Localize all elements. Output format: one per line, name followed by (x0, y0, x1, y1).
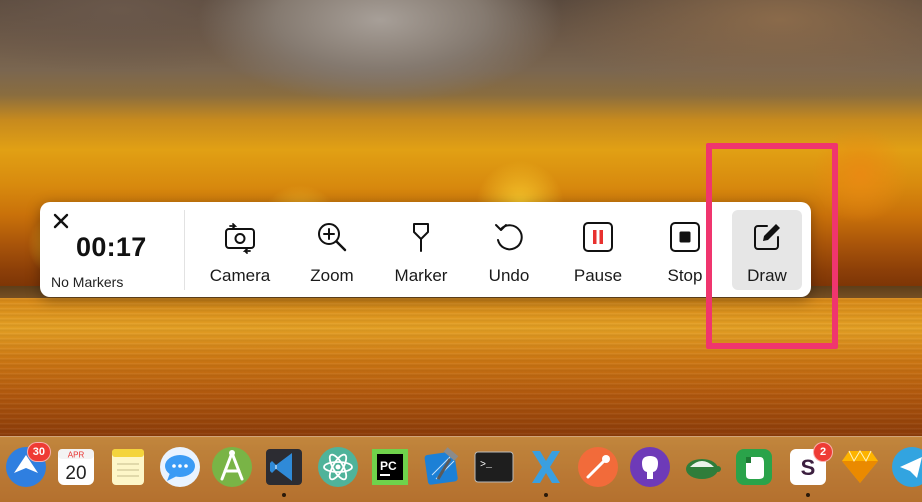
wallpaper-lake (0, 298, 922, 438)
dock-slack[interactable]: S 2 (786, 442, 833, 497)
xcode-hammer-icon (424, 447, 459, 485)
sketch-diamond-icon (842, 450, 878, 483)
undo-button[interactable]: Undo (469, 210, 549, 290)
dock-vscode[interactable] (262, 445, 306, 497)
dock-atom[interactable] (316, 445, 360, 489)
spark-badge: 30 (26, 442, 51, 462)
dock-telegram[interactable] (890, 445, 922, 489)
pause-icon (581, 220, 615, 254)
close-button[interactable] (50, 210, 72, 232)
dock-messages[interactable] (158, 445, 202, 489)
draw-button[interactable]: Draw (732, 210, 802, 290)
camera-switch-icon (223, 220, 257, 254)
pause-label: Pause (573, 266, 623, 285)
svg-text:S: S (801, 455, 816, 480)
dock-notes[interactable] (106, 445, 150, 489)
map-pin-icon (404, 220, 438, 254)
dock-xcode[interactable] (420, 445, 464, 489)
undo-icon (492, 220, 526, 254)
dock-xamarin[interactable] (524, 445, 568, 497)
dock: 30 APR 20 PC >_ S 2 (0, 436, 922, 502)
postman-icon (578, 447, 618, 487)
calendar-icon: APR 20 (58, 449, 94, 485)
marker-button[interactable]: Marker (381, 210, 461, 290)
telegram-icon (892, 447, 922, 487)
marker-label: Marker (394, 266, 448, 285)
evernote-icon (736, 449, 772, 485)
undo-label: Undo (488, 266, 530, 285)
markers-status: No Markers (51, 274, 124, 290)
stop-label: Stop (667, 266, 703, 285)
slack-running-indicator (806, 493, 810, 497)
dock-github[interactable] (628, 445, 672, 489)
vscode-icon (266, 449, 302, 485)
chat-bubble-icon (160, 447, 200, 487)
terminal-text: >_ (480, 460, 493, 471)
android-studio-icon (212, 447, 252, 487)
zoom-in-icon (315, 220, 349, 254)
close-icon (53, 213, 69, 229)
stop-icon (668, 220, 702, 254)
calendar-day: 20 (65, 463, 86, 484)
vscode-running-indicator (282, 493, 286, 497)
recording-timer: 00:17 (76, 232, 147, 262)
calendar-month: APR (68, 451, 85, 460)
zoom-label: Zoom (310, 266, 354, 285)
dock-sketch[interactable] (838, 445, 882, 489)
toolbar-divider (184, 210, 185, 290)
dock-android-studio[interactable] (210, 445, 254, 489)
turtle-icon (686, 459, 721, 479)
zoom-button[interactable]: Zoom (292, 210, 372, 290)
pause-button[interactable]: Pause (556, 210, 640, 290)
dock-pycharm[interactable]: PC (368, 445, 412, 489)
pycharm-text: PC (380, 459, 397, 473)
terminal-icon: >_ (474, 451, 514, 483)
recording-toolbar: 00:17 No Markers Camera Zoom Marker Undo… (40, 202, 811, 297)
dock-postman[interactable] (576, 445, 620, 489)
dock-calendar[interactable]: APR 20 (54, 445, 98, 489)
slack-badge: 2 (813, 442, 833, 462)
xamarin-running-indicator (544, 493, 548, 497)
atom-icon (318, 447, 358, 487)
pencil-square-icon (750, 220, 784, 254)
xamarin-icon (532, 451, 560, 483)
stop-button[interactable]: Stop (648, 210, 722, 290)
camera-label: Camera (209, 266, 271, 285)
github-icon (630, 447, 670, 487)
camera-button[interactable]: Camera (198, 210, 282, 290)
dock-terminal[interactable]: >_ (472, 445, 516, 489)
draw-label: Draw (747, 266, 787, 285)
notes-icon (112, 449, 144, 485)
dock-spark[interactable]: 30 (4, 442, 51, 489)
dock-evernote[interactable] (732, 445, 776, 489)
dock-turtle[interactable] (680, 445, 724, 489)
pycharm-icon: PC (372, 449, 408, 485)
